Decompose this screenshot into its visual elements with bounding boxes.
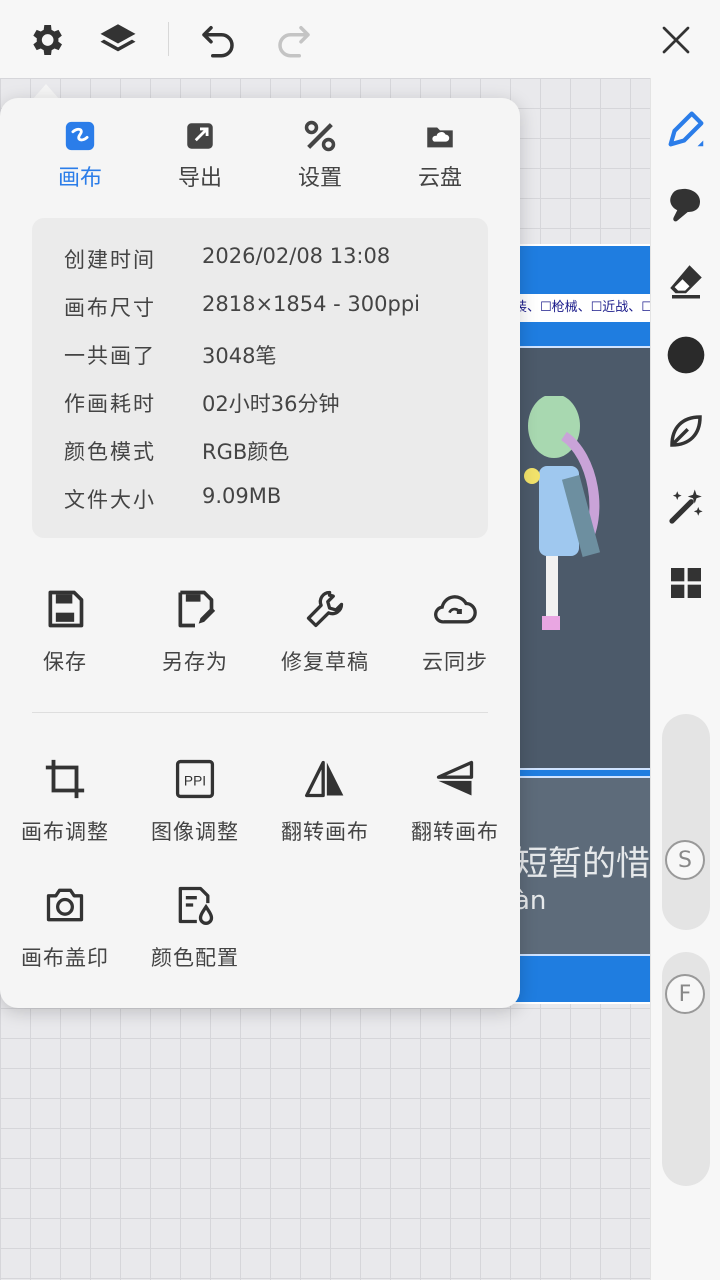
popup-tabs: 画布 导出 设置 云盘 <box>20 118 500 198</box>
action-label: 另存为 <box>162 650 228 674</box>
info-row: 作画耗时 02小时36分钟 <box>64 388 339 416</box>
info-key: 文件大小 <box>64 488 156 512</box>
info-key: 一共画了 <box>64 344 156 368</box>
tab-settings[interactable]: 设置 <box>260 118 380 198</box>
action-label: 翻转画布 <box>281 820 369 844</box>
tab-label: 设置 <box>297 166 342 191</box>
opacity-slider-handle[interactable]: F <box>665 974 705 1014</box>
svg-text:PPI: PPI <box>184 773 206 788</box>
tab-canvas[interactable]: 画布 <box>20 118 140 198</box>
save-as-button[interactable]: 另存为 <box>130 584 260 676</box>
save-as-icon <box>130 584 260 634</box>
undo-icon[interactable] <box>196 18 240 62</box>
artwork-handwriting: 短暂的惜 <box>514 844 650 884</box>
canvas-menu-popup: 画布 导出 设置 云盘 创建时间 2026/02/08 13:08 画布尺寸 281… <box>0 98 520 1008</box>
grid-layout-icon[interactable] <box>663 560 709 606</box>
info-value: RGB颜色 <box>202 440 290 464</box>
tool-rail: S F <box>650 78 720 1280</box>
toolbar-separator <box>168 22 169 56</box>
wrench-icon <box>260 584 390 634</box>
cloud-drive-icon <box>380 118 500 154</box>
cloud-sync-icon <box>390 584 520 634</box>
ppi-icon: PPI <box>130 754 260 804</box>
artwork-figure <box>524 396 601 630</box>
info-value: 3048笔 <box>202 344 277 368</box>
tab-label: 云盘 <box>417 166 462 191</box>
info-row: 一共画了 3048笔 <box>64 340 276 368</box>
flip-canvas-vertical-button[interactable]: 翻转画布 <box>390 754 520 846</box>
repair-draft-button[interactable]: 修复草稿 <box>260 584 390 676</box>
flip-vertical-icon <box>390 754 520 804</box>
info-key: 颜色模式 <box>64 440 156 464</box>
save-button[interactable]: 保存 <box>0 584 130 676</box>
info-value: 2026/02/08 13:08 <box>202 244 391 268</box>
action-label: 颜色配置 <box>151 946 239 970</box>
export-icon <box>140 118 260 154</box>
color-profile-icon <box>130 880 260 930</box>
pen-icon[interactable] <box>663 106 709 152</box>
camera-icon <box>0 880 130 930</box>
eraser-icon[interactable] <box>663 258 709 304</box>
info-row: 创建时间 2026/02/08 13:08 <box>64 244 390 272</box>
canvas-adjust-button[interactable]: 画布调整 <box>0 754 130 846</box>
magic-wand-icon[interactable] <box>663 484 709 530</box>
action-label: 云同步 <box>422 650 488 674</box>
artwork-preview: 装、☐枪械、☐近战、☐ 短暂的惜 àn <box>512 244 656 1004</box>
layers-icon[interactable] <box>96 18 140 62</box>
info-value: 2818×1854 - 300ppi <box>202 292 420 316</box>
tab-label: 导出 <box>177 166 222 191</box>
crop-icon <box>0 754 130 804</box>
action-label: 画布盖印 <box>21 946 109 970</box>
save-icon <box>0 584 130 634</box>
color-profile-button[interactable]: 颜色配置 <box>130 880 260 972</box>
info-key: 画布尺寸 <box>64 296 156 320</box>
flip-canvas-horizontal-button[interactable]: 翻转画布 <box>260 754 390 846</box>
action-label: 画布调整 <box>21 820 109 844</box>
info-row: 画布尺寸 2818×1854 - 300ppi <box>64 292 420 320</box>
settings-tools-icon <box>260 118 380 154</box>
artwork-strip-text: 装、☐枪械、☐近战、☐ <box>514 294 654 322</box>
canvas-icon <box>20 118 140 154</box>
canvas-stamp-button[interactable]: 画布盖印 <box>0 880 130 972</box>
image-adjust-button[interactable]: PPI 图像调整 <box>130 754 260 846</box>
close-icon[interactable] <box>654 18 698 62</box>
color-picker-icon[interactable] <box>663 332 709 378</box>
cloud-sync-button[interactable]: 云同步 <box>390 584 520 676</box>
smudge-icon[interactable] <box>663 182 709 228</box>
action-label: 修复草稿 <box>281 650 369 674</box>
info-row: 文件大小 9.09MB <box>64 484 281 512</box>
brush-size-slider[interactable] <box>662 714 710 930</box>
size-slider-label: S <box>678 847 692 873</box>
redo-icon[interactable] <box>272 18 316 62</box>
info-value: 9.09MB <box>202 484 282 508</box>
section-divider <box>32 712 488 713</box>
flip-horizontal-icon <box>260 754 390 804</box>
top-toolbar <box>0 0 720 79</box>
action-label: 图像调整 <box>151 820 239 844</box>
leaf-brush-icon[interactable] <box>663 408 709 454</box>
tab-cloud-drive[interactable]: 云盘 <box>380 118 500 198</box>
info-row: 颜色模式 RGB颜色 <box>64 436 289 464</box>
info-key: 作画耗时 <box>64 392 156 416</box>
canvas-info-card: 创建时间 2026/02/08 13:08 画布尺寸 2818×1854 - 300… <box>32 218 488 538</box>
opacity-slider-label: F <box>678 981 692 1007</box>
info-key: 创建时间 <box>64 248 156 272</box>
tab-export[interactable]: 导出 <box>140 118 260 198</box>
size-slider-handle[interactable]: S <box>665 840 705 880</box>
gear-icon[interactable] <box>24 18 68 62</box>
action-label: 翻转画布 <box>411 820 499 844</box>
tab-label: 画布 <box>57 166 102 191</box>
info-value: 02小时36分钟 <box>202 392 340 416</box>
action-label: 保存 <box>43 650 87 674</box>
